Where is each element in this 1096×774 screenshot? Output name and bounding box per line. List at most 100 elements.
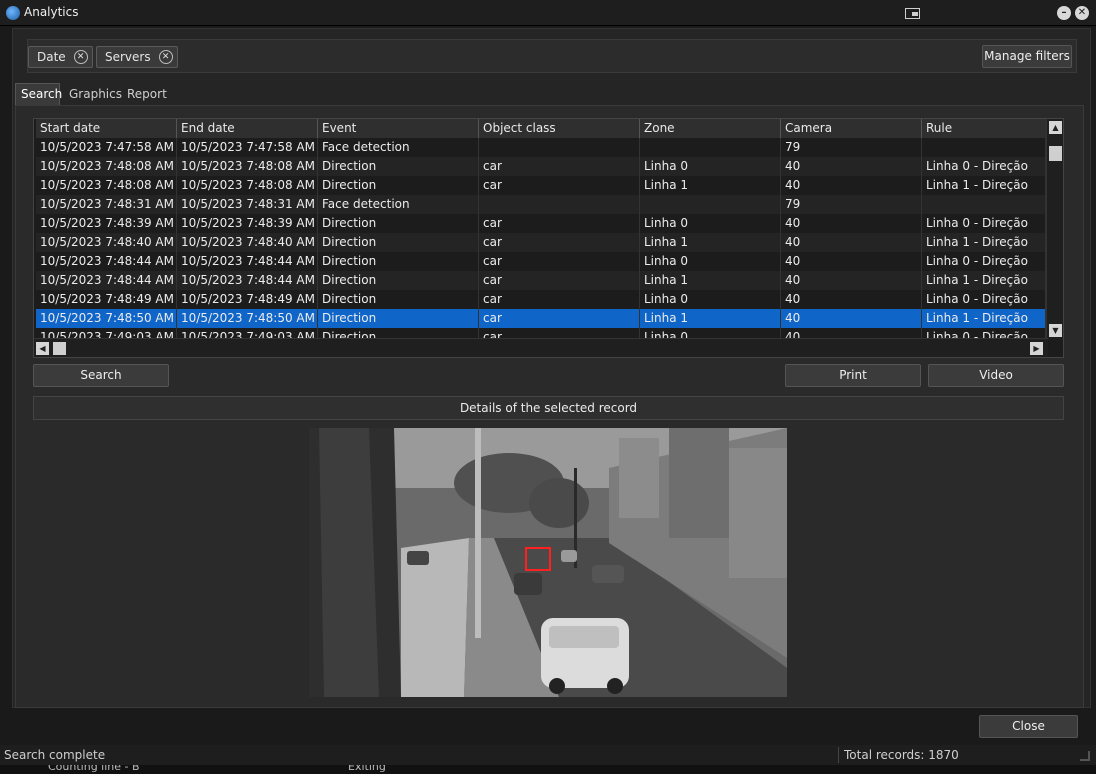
table-cell: 10/5/2023 7:48:31 AM bbox=[177, 195, 318, 214]
tab-graphics[interactable]: Graphics bbox=[64, 83, 127, 105]
table-cell: 10/5/2023 7:47:58 AM bbox=[36, 138, 177, 157]
column-header[interactable]: Event bbox=[318, 119, 479, 138]
tab-report[interactable]: Report bbox=[122, 83, 172, 105]
table-cell: Linha 0 bbox=[640, 290, 781, 309]
table-cell: Linha 0 bbox=[640, 252, 781, 271]
table-cell bbox=[922, 138, 1046, 157]
street-scene-image bbox=[309, 428, 787, 697]
table-cell: 10/5/2023 7:48:08 AM bbox=[36, 157, 177, 176]
scroll-thumb[interactable] bbox=[1049, 146, 1062, 161]
table-cell bbox=[640, 138, 781, 157]
table-cell: Linha 0 - Direção bbox=[922, 157, 1046, 176]
column-header[interactable]: Camera bbox=[781, 119, 922, 138]
table-row[interactable]: 10/5/2023 7:48:08 AM 10/5/2023 7:48:08 AM… bbox=[36, 157, 1046, 176]
table-cell: 10/5/2023 7:48:08 AM bbox=[36, 176, 177, 195]
table-row[interactable]: 10/5/2023 7:48:44 AM 10/5/2023 7:48:44 AM… bbox=[36, 252, 1046, 271]
table-row[interactable]: 10/5/2023 7:48:31 AM 10/5/2023 7:48:31 AM… bbox=[36, 195, 1046, 214]
table-cell: 10/5/2023 7:48:44 AM bbox=[177, 252, 318, 271]
table-row[interactable]: 10/5/2023 7:48:44 AM 10/5/2023 7:48:44 AM… bbox=[36, 271, 1046, 290]
table-cell: 10/5/2023 7:47:58 AM bbox=[177, 138, 318, 157]
table-cell: 40 bbox=[781, 233, 922, 252]
table-cell: 10/5/2023 7:48:31 AM bbox=[36, 195, 177, 214]
table-cell: Linha 1 - Direção bbox=[922, 309, 1046, 328]
table-cell: 40 bbox=[781, 271, 922, 290]
filter-chip-servers[interactable]: Servers ✕ bbox=[96, 46, 178, 68]
table-cell: 10/5/2023 7:48:44 AM bbox=[36, 252, 177, 271]
table-cell: 10/5/2023 7:48:08 AM bbox=[177, 176, 318, 195]
table-cell: 10/5/2023 7:48:39 AM bbox=[36, 214, 177, 233]
column-header[interactable]: Zone bbox=[640, 119, 781, 138]
minimize-icon[interactable]: – bbox=[1057, 6, 1071, 20]
table-cell: Direction bbox=[318, 214, 479, 233]
print-button[interactable]: Print bbox=[785, 364, 921, 387]
remove-filter-icon[interactable]: ✕ bbox=[158, 50, 173, 64]
vertical-scrollbar[interactable]: ▲ ▼ bbox=[1046, 119, 1063, 340]
details-header: Details of the selected record bbox=[33, 396, 1064, 420]
scroll-left-icon[interactable]: ◀ bbox=[36, 342, 49, 355]
table-cell: Linha 0 - Direção bbox=[922, 214, 1046, 233]
table-row[interactable]: 10/5/2023 7:48:39 AM 10/5/2023 7:48:39 AM… bbox=[36, 214, 1046, 233]
table-row[interactable]: 10/5/2023 7:48:08 AM 10/5/2023 7:48:08 AM… bbox=[36, 176, 1046, 195]
table-cell: Face detection bbox=[318, 195, 479, 214]
scroll-thumb[interactable] bbox=[53, 342, 66, 355]
table-cell: Direction bbox=[318, 328, 479, 338]
scroll-down-icon[interactable]: ▼ bbox=[1049, 324, 1062, 337]
table-cell: car bbox=[479, 252, 640, 271]
table-cell: car bbox=[479, 290, 640, 309]
search-panel: Start date End date Event Object class Z… bbox=[15, 105, 1084, 708]
table-cell: Direction bbox=[318, 233, 479, 252]
table-cell: Linha 0 bbox=[640, 157, 781, 176]
table-cell: 79 bbox=[781, 195, 922, 214]
search-button[interactable]: Search bbox=[33, 364, 169, 387]
close-window-icon[interactable]: ✕ bbox=[1075, 6, 1089, 20]
table-cell: 10/5/2023 7:48:39 AM bbox=[177, 214, 318, 233]
table-cell: car bbox=[479, 271, 640, 290]
table-cell: car bbox=[479, 309, 640, 328]
table-cell: car bbox=[479, 328, 640, 338]
table-row[interactable]: 10/5/2023 7:48:50 AM 10/5/2023 7:48:50 AM… bbox=[36, 309, 1046, 328]
table-cell: 10/5/2023 7:48:50 AM bbox=[36, 309, 177, 328]
table-row[interactable]: 10/5/2023 7:49:03 AM 10/5/2023 7:49:03 AM… bbox=[36, 328, 1046, 338]
table-cell: Linha 1 bbox=[640, 233, 781, 252]
status-message: Search complete bbox=[4, 748, 106, 762]
manage-filters-button[interactable]: Manage filters bbox=[982, 45, 1072, 68]
table-cell: 40 bbox=[781, 214, 922, 233]
table-cell: 10/5/2023 7:48:08 AM bbox=[177, 157, 318, 176]
tab-search[interactable]: Search bbox=[15, 83, 62, 105]
table-cell: Linha 0 - Direção bbox=[922, 290, 1046, 309]
column-header[interactable]: Start date bbox=[36, 119, 177, 138]
close-button[interactable]: Close bbox=[979, 715, 1078, 738]
table-row[interactable]: 10/5/2023 7:48:40 AM 10/5/2023 7:48:40 AM… bbox=[36, 233, 1046, 252]
table-cell: Face detection bbox=[318, 138, 479, 157]
column-header[interactable]: Rule bbox=[922, 119, 1046, 138]
filter-chip-label: Servers bbox=[105, 50, 151, 64]
filter-chip-date[interactable]: Date ✕ bbox=[28, 46, 93, 68]
video-button[interactable]: Video bbox=[928, 364, 1064, 387]
scroll-up-icon[interactable]: ▲ bbox=[1049, 121, 1062, 134]
total-records: Total records: 1870 bbox=[844, 748, 959, 762]
table-cell: 10/5/2023 7:48:49 AM bbox=[36, 290, 177, 309]
filter-bar: Date ✕ Servers ✕ Manage filters bbox=[27, 39, 1077, 73]
table-cell: 40 bbox=[781, 176, 922, 195]
title-bar: Analytics – ✕ bbox=[0, 0, 1096, 26]
column-header[interactable]: Object class bbox=[479, 119, 640, 138]
table-cell: Direction bbox=[318, 252, 479, 271]
table-cell: 10/5/2023 7:49:03 AM bbox=[36, 328, 177, 338]
scroll-right-icon[interactable]: ▶ bbox=[1030, 342, 1043, 355]
table-cell: Linha 0 - Direção bbox=[922, 328, 1046, 338]
table-row[interactable]: 10/5/2023 7:47:58 AM 10/5/2023 7:47:58 AM… bbox=[36, 138, 1046, 157]
results-table: Start date End date Event Object class Z… bbox=[33, 118, 1064, 358]
window-title: Analytics bbox=[24, 5, 79, 19]
detach-window-icon[interactable] bbox=[905, 8, 920, 19]
camera-snapshot bbox=[309, 428, 787, 697]
resize-grip-icon[interactable] bbox=[1080, 751, 1090, 761]
table-cell: 40 bbox=[781, 309, 922, 328]
table-cell: 10/5/2023 7:49:03 AM bbox=[177, 328, 318, 338]
column-header[interactable]: End date bbox=[177, 119, 318, 138]
table-row[interactable]: 10/5/2023 7:48:49 AM 10/5/2023 7:48:49 AM… bbox=[36, 290, 1046, 309]
remove-filter-icon[interactable]: ✕ bbox=[73, 50, 88, 64]
table-cell: 10/5/2023 7:48:49 AM bbox=[177, 290, 318, 309]
table-cell: 10/5/2023 7:48:44 AM bbox=[36, 271, 177, 290]
table-cell: car bbox=[479, 157, 640, 176]
horizontal-scrollbar[interactable]: ◀ ▶ bbox=[34, 338, 1048, 357]
